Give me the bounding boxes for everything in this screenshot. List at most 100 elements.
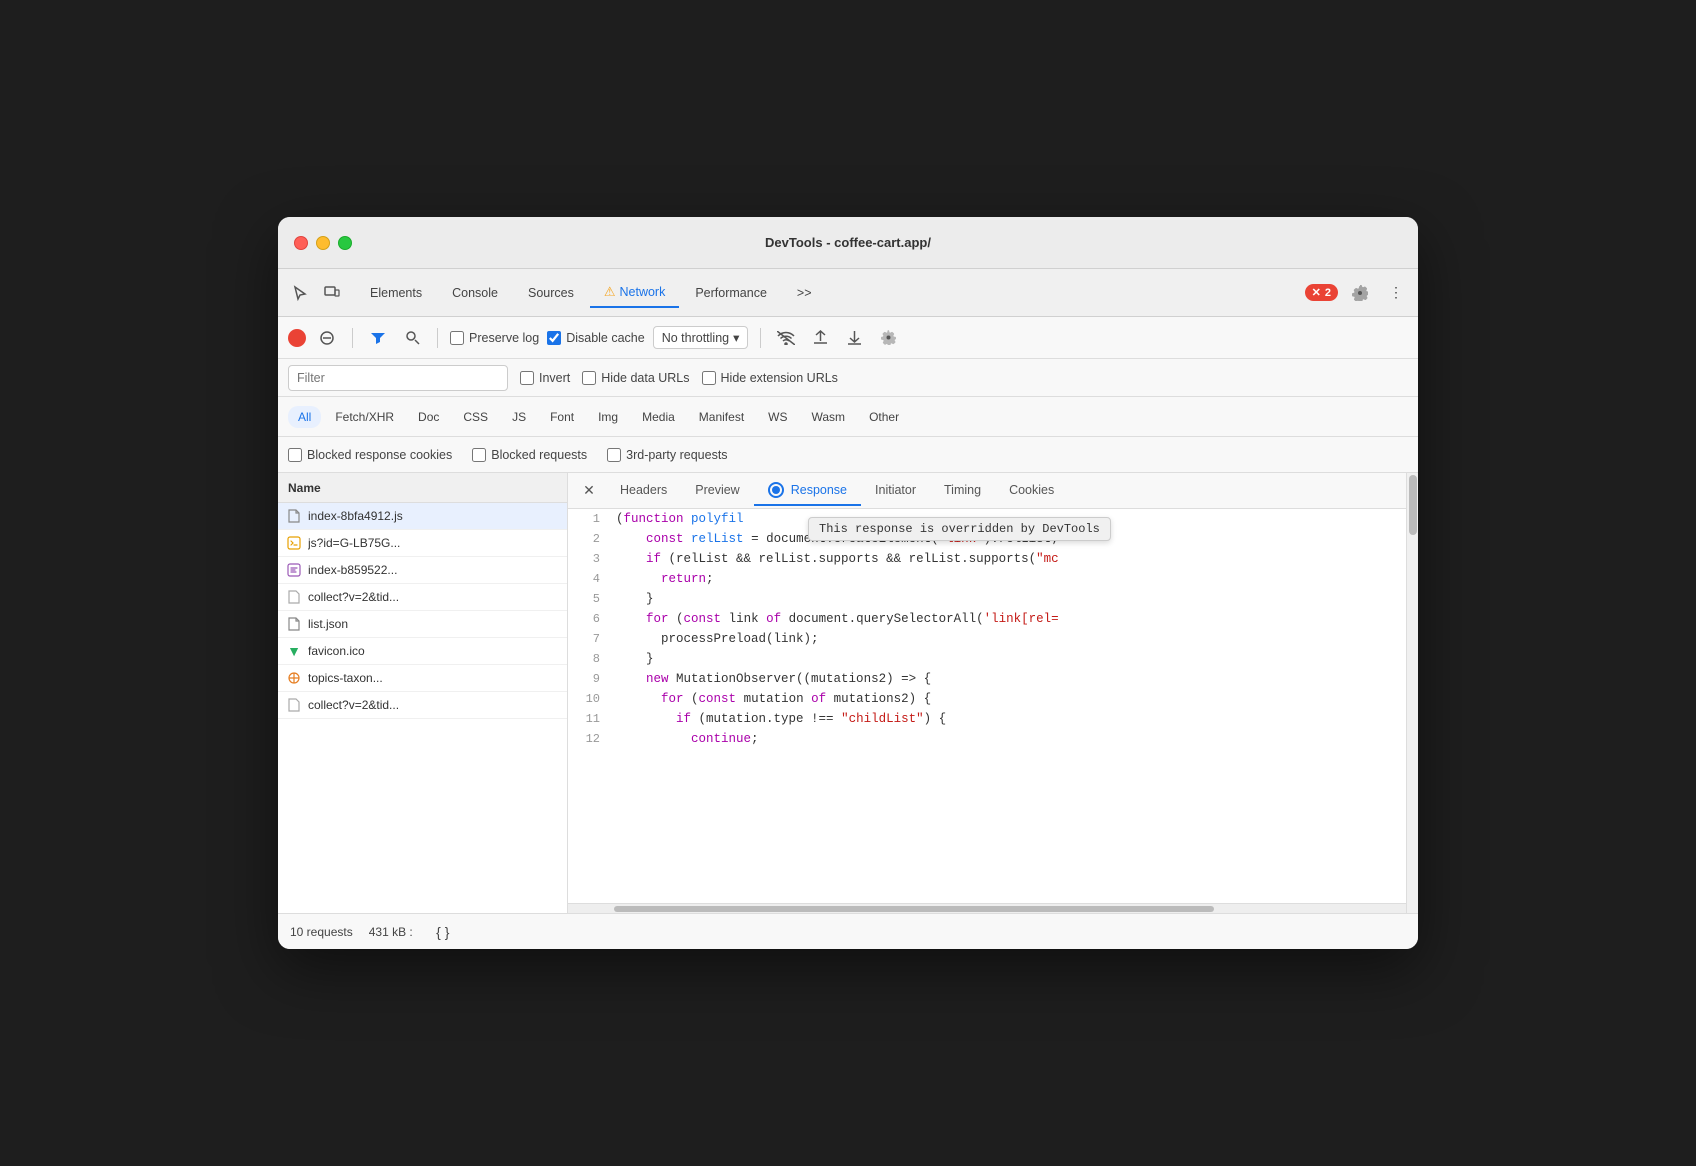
code-line-4: 4 return; bbox=[568, 569, 1406, 589]
request-item-topics-taxon[interactable]: topics-taxon... bbox=[278, 665, 567, 692]
disable-cache-checkbox[interactable]: Disable cache bbox=[547, 331, 645, 345]
request-name: favicon.ico bbox=[308, 644, 559, 658]
error-badge[interactable]: ✕ 2 bbox=[1305, 284, 1338, 301]
type-btn-wasm[interactable]: Wasm bbox=[802, 406, 856, 428]
doc2-icon bbox=[286, 697, 302, 713]
devtools-settings-btn[interactable] bbox=[1346, 279, 1374, 307]
tab-sources[interactable]: Sources bbox=[514, 280, 588, 306]
tab-console[interactable]: Console bbox=[438, 280, 512, 306]
tab-initiator[interactable]: Initiator bbox=[861, 477, 930, 505]
response-dot-icon bbox=[768, 482, 784, 498]
requests-list: Name index-8bfa4912.js bbox=[278, 473, 568, 913]
clear-button[interactable] bbox=[314, 325, 340, 351]
code-line-9: 9 new MutationObserver((mutations2) => { bbox=[568, 669, 1406, 689]
favicon-icon: ▼ bbox=[286, 643, 302, 659]
status-bar: 10 requests 431 kB : { } bbox=[278, 913, 1418, 949]
devtools-window: DevTools - coffee-cart.app/ Elements Con… bbox=[278, 217, 1418, 949]
invert-checkbox[interactable]: Invert bbox=[520, 371, 570, 385]
record-button[interactable] bbox=[288, 329, 306, 347]
request-name: collect?v=2&tid... bbox=[308, 698, 559, 712]
v-scroll-thumb[interactable] bbox=[1409, 475, 1417, 535]
doc-icon bbox=[286, 589, 302, 605]
tab-performance[interactable]: Performance bbox=[681, 280, 781, 306]
code-line-5: 5 } bbox=[568, 589, 1406, 609]
type-btn-doc[interactable]: Doc bbox=[408, 406, 449, 428]
request-item-collect1[interactable]: collect?v=2&tid... bbox=[278, 584, 567, 611]
request-item-collect2[interactable]: collect?v=2&tid... bbox=[278, 692, 567, 719]
network-toolbar: Preserve log Disable cache No throttling… bbox=[278, 317, 1418, 359]
type-btn-all[interactable]: All bbox=[288, 406, 321, 428]
type-btn-font[interactable]: Font bbox=[540, 406, 584, 428]
code-panel[interactable]: This response is overridden by DevTools … bbox=[568, 509, 1406, 903]
request-name: collect?v=2&tid... bbox=[308, 590, 559, 604]
type-btn-manifest[interactable]: Manifest bbox=[689, 406, 754, 428]
hide-extension-urls-checkbox[interactable]: Hide extension URLs bbox=[702, 371, 838, 385]
throttle-select[interactable]: No throttling ▾ bbox=[653, 326, 749, 349]
close-details-btn[interactable]: ✕ bbox=[576, 478, 602, 504]
type-btn-media[interactable]: Media bbox=[632, 406, 685, 428]
close-button[interactable] bbox=[294, 236, 308, 250]
tab-timing[interactable]: Timing bbox=[930, 477, 995, 505]
blocked-cookies-checkbox[interactable]: Blocked response cookies bbox=[288, 448, 452, 462]
request-item-index-b859522[interactable]: index-b859522... bbox=[278, 557, 567, 584]
scroll-thumb[interactable] bbox=[614, 906, 1214, 912]
type-filter-bar: All Fetch/XHR Doc CSS JS Font Img Media … bbox=[278, 397, 1418, 437]
css-icon bbox=[286, 562, 302, 578]
maximize-button[interactable] bbox=[338, 236, 352, 250]
main-content: Name index-8bfa4912.js bbox=[278, 473, 1418, 913]
device-toggle-btn[interactable] bbox=[318, 279, 346, 307]
toolbar-separator-3 bbox=[760, 328, 761, 348]
tab-headers[interactable]: Headers bbox=[606, 477, 681, 505]
filter-button[interactable] bbox=[365, 325, 391, 351]
code-line-7: 7 processPreload(link); bbox=[568, 629, 1406, 649]
window-title: DevTools - coffee-cart.app/ bbox=[765, 235, 931, 250]
code-line-12: 12 continue; bbox=[568, 729, 1406, 749]
upload-icon-btn[interactable] bbox=[807, 325, 833, 351]
type-btn-ws[interactable]: WS bbox=[758, 406, 797, 428]
third-party-checkbox[interactable]: 3rd-party requests bbox=[607, 448, 727, 462]
type-btn-img[interactable]: Img bbox=[588, 406, 628, 428]
network-warning-icon: ⚠ bbox=[604, 284, 616, 300]
request-item-favicon[interactable]: ▼ favicon.ico bbox=[278, 638, 567, 665]
toolbar-separator-1 bbox=[352, 328, 353, 348]
type-btn-js[interactable]: JS bbox=[502, 406, 536, 428]
type-btn-fetch[interactable]: Fetch/XHR bbox=[325, 406, 404, 428]
overridden-tooltip: This response is overridden by DevTools bbox=[808, 517, 1111, 541]
tab-cookies[interactable]: Cookies bbox=[995, 477, 1068, 505]
blocked-requests-checkbox[interactable]: Blocked requests bbox=[472, 448, 587, 462]
topics-icon bbox=[286, 670, 302, 686]
request-name: list.json bbox=[308, 617, 559, 631]
cursor-icon-btn[interactable] bbox=[286, 279, 314, 307]
wifi-icon-btn[interactable] bbox=[773, 325, 799, 351]
vertical-scrollbar[interactable] bbox=[1406, 473, 1418, 913]
request-item-index-8bfa4912[interactable]: index-8bfa4912.js bbox=[278, 503, 567, 530]
request-name: index-b859522... bbox=[308, 563, 559, 577]
devtools-tab-bar: Elements Console Sources ⚠ Network Perfo… bbox=[278, 269, 1418, 317]
devtools-menu-btn[interactable]: ⋮ bbox=[1382, 279, 1410, 307]
network-settings-btn[interactable] bbox=[875, 325, 901, 351]
tab-more[interactable]: >> bbox=[783, 280, 826, 306]
code-line-10: 10 for (const mutation of mutations2) { bbox=[568, 689, 1406, 709]
download-icon-btn[interactable] bbox=[841, 325, 867, 351]
tab-preview[interactable]: Preview bbox=[681, 477, 753, 505]
tab-network[interactable]: ⚠ Network bbox=[590, 278, 680, 308]
requests-count: 10 requests bbox=[290, 925, 353, 939]
size-info: 431 kB : bbox=[369, 925, 413, 939]
minimize-button[interactable] bbox=[316, 236, 330, 250]
filter-bar: Invert Hide data URLs Hide extension URL… bbox=[278, 359, 1418, 397]
search-button[interactable] bbox=[399, 325, 425, 351]
filter-input[interactable] bbox=[288, 365, 508, 391]
hide-data-urls-checkbox[interactable]: Hide data URLs bbox=[582, 371, 689, 385]
requests-header: Name bbox=[278, 473, 567, 503]
tab-elements[interactable]: Elements bbox=[356, 280, 436, 306]
request-item-list-json[interactable]: list.json bbox=[278, 611, 567, 638]
format-json-btn[interactable]: { } bbox=[429, 918, 457, 946]
type-btn-css[interactable]: CSS bbox=[453, 406, 498, 428]
code-line-11: 11 if (mutation.type !== "childList") { bbox=[568, 709, 1406, 729]
type-btn-other[interactable]: Other bbox=[859, 406, 909, 428]
preserve-log-checkbox[interactable]: Preserve log bbox=[450, 331, 539, 345]
devtools-left-icons bbox=[286, 279, 346, 307]
request-item-js-g-lb75g[interactable]: js?id=G-LB75G... bbox=[278, 530, 567, 557]
tab-response[interactable]: Response bbox=[754, 476, 861, 506]
horizontal-scrollbar[interactable] bbox=[568, 903, 1406, 913]
